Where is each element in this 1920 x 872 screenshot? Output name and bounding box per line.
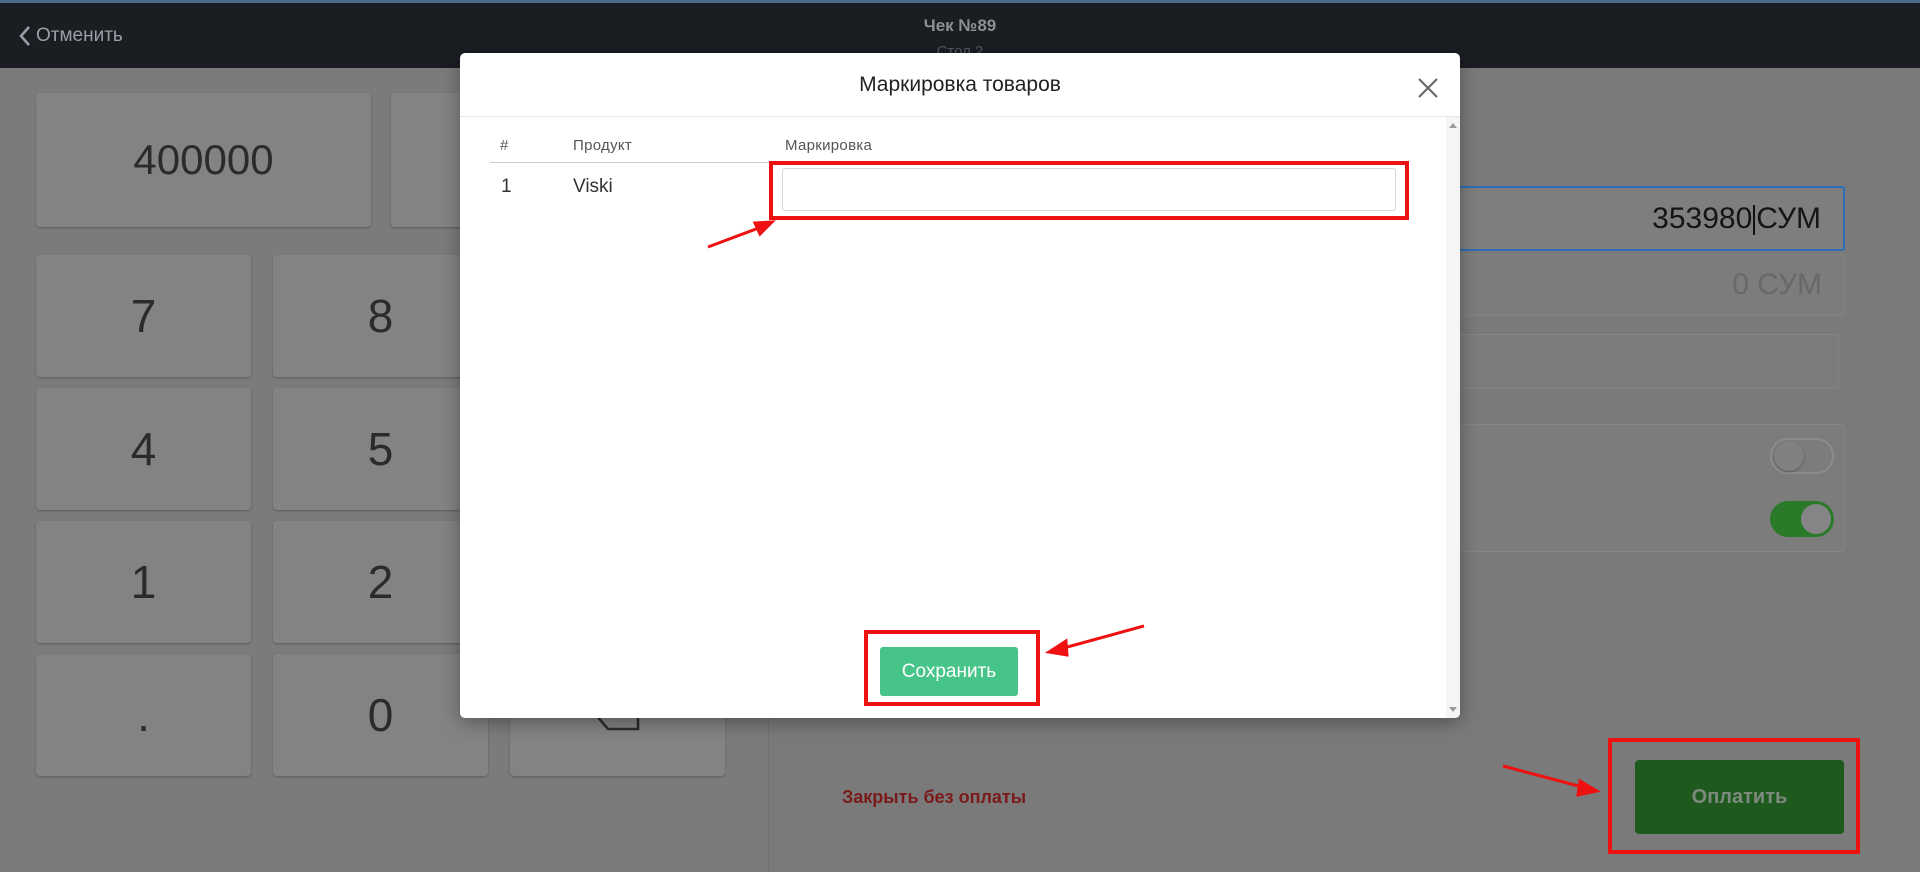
column-header-marking: Маркировка: [785, 137, 873, 154]
key-7[interactable]: 7: [36, 255, 251, 377]
close-without-payment-link[interactable]: Закрыть без оплаты: [842, 787, 1026, 808]
key-8[interactable]: 8: [273, 255, 488, 377]
key-0[interactable]: 0: [273, 654, 488, 776]
preset-amount-button-2[interactable]: [391, 93, 471, 227]
preset-amount-button[interactable]: 400000: [36, 93, 371, 227]
amount-value: 353980: [1652, 201, 1753, 235]
comment-field[interactable]: [1440, 334, 1839, 389]
amount-display: 353980 СУМ: [1652, 202, 1821, 236]
payment-amount-field[interactable]: 353980 СУМ: [1440, 186, 1845, 251]
modal-header: Маркировка товаров: [460, 53, 1460, 117]
column-header-number: #: [500, 137, 509, 154]
text-cursor: [1753, 204, 1756, 235]
key-decimal[interactable]: .: [36, 654, 251, 776]
change-currency: СУМ: [1757, 268, 1822, 301]
highlight-marking-input: [769, 161, 1409, 220]
close-icon: [1418, 78, 1438, 98]
change-value: 0: [1732, 268, 1749, 301]
scroll-up-arrow-icon[interactable]: [1449, 123, 1457, 128]
row-number: 1: [501, 176, 512, 197]
amount-currency: СУМ: [1756, 201, 1821, 235]
modal-scrollbar[interactable]: [1446, 117, 1460, 718]
key-1[interactable]: 1: [36, 521, 251, 643]
column-header-product: Продукт: [573, 137, 633, 154]
toggle-knob: [1801, 504, 1831, 534]
row-product: Viski: [573, 176, 613, 197]
key-4[interactable]: 4: [36, 388, 251, 510]
close-modal-button[interactable]: [1417, 77, 1439, 99]
key-5[interactable]: 5: [273, 388, 488, 510]
highlight-save-button: [864, 630, 1040, 706]
toggle-knob: [1774, 441, 1804, 471]
header-divider: [490, 162, 770, 163]
highlight-pay-button: [1608, 738, 1860, 854]
scroll-down-arrow-icon[interactable]: [1449, 707, 1457, 712]
change-display: 0 СУМ: [1732, 268, 1822, 302]
key-2[interactable]: 2: [273, 521, 488, 643]
modal-title: Маркировка товаров: [859, 73, 1061, 96]
option-toggle-1[interactable]: [1770, 438, 1834, 474]
receipt-title: Чек №89: [923, 16, 997, 35]
product-marking-modal: Маркировка товаров # Продукт Маркировка …: [460, 53, 1460, 718]
option-toggle-2[interactable]: [1770, 501, 1834, 537]
change-amount-field: 0 СУМ: [1440, 254, 1845, 316]
